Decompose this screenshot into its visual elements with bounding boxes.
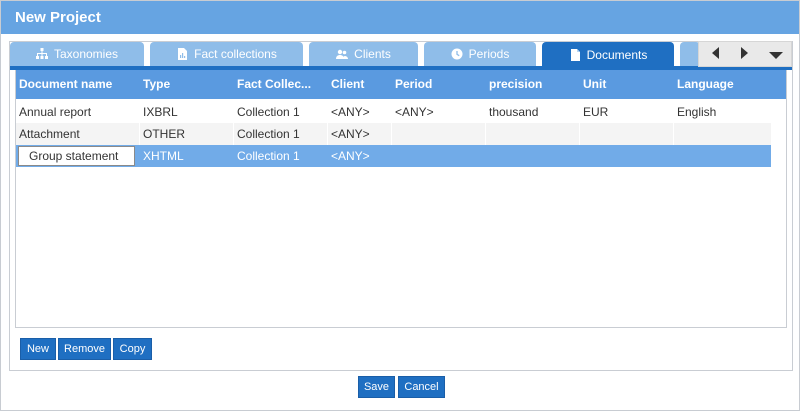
- cell-period: [392, 123, 486, 145]
- dialog-title: New Project: [15, 9, 101, 26]
- cell-unit: [580, 145, 674, 167]
- remove-button[interactable]: Remove: [58, 338, 111, 360]
- cell-document-name: Group statement: [16, 145, 140, 167]
- column-header-unit[interactable]: Unit: [580, 70, 674, 99]
- tab-overflow[interactable]: [680, 42, 700, 66]
- tab-menu-button[interactable]: [763, 44, 789, 68]
- cell-precision: [486, 145, 580, 167]
- document-chart-icon: [176, 48, 188, 60]
- tab-label: Taxonomies: [53, 47, 119, 61]
- arrow-right-icon: [739, 46, 749, 62]
- tab-strip: Taxonomies Fact collections Clients Peri…: [10, 41, 792, 70]
- hierarchy-icon: [35, 48, 48, 60]
- cell-precision: [486, 123, 580, 145]
- document-icon: [569, 48, 581, 61]
- cell-client: <ANY>: [328, 101, 392, 123]
- documents-table: Document name Type Fact Collec... Client…: [15, 70, 787, 328]
- column-header-client[interactable]: Client: [328, 70, 392, 99]
- save-button[interactable]: Save: [358, 376, 395, 398]
- tab-documents[interactable]: Documents: [542, 42, 674, 67]
- cell-document-name: Annual report: [16, 101, 140, 123]
- tab-fact-collections[interactable]: Fact collections: [150, 42, 303, 66]
- cancel-button[interactable]: Cancel: [398, 376, 445, 398]
- cell-language: [674, 123, 771, 145]
- column-header-document-name[interactable]: Document name: [16, 70, 140, 99]
- new-button[interactable]: New: [20, 338, 56, 360]
- users-icon: [336, 48, 349, 60]
- chevron-down-icon: [769, 49, 783, 63]
- tab-clients[interactable]: Clients: [309, 42, 418, 66]
- document-name-input[interactable]: Group statement: [18, 146, 135, 166]
- table-row[interactable]: Attachment OTHER Collection 1 <ANY>: [16, 123, 771, 145]
- tab-label: Clients: [354, 47, 391, 61]
- cell-fact-collection: Collection 1: [237, 149, 300, 163]
- cell-type: XHTML: [143, 149, 184, 163]
- tab-navigation: [698, 41, 792, 67]
- cell-client: <ANY>: [331, 149, 370, 163]
- tab-periods[interactable]: Periods: [424, 42, 536, 66]
- cell-language: English: [677, 105, 717, 119]
- new-project-dialog: New Project Taxonomies Fact collections …: [0, 0, 800, 411]
- cell-fact-collection: Collection 1: [234, 123, 328, 145]
- cell-precision: thousand: [486, 101, 580, 123]
- arrow-left-icon: [711, 46, 721, 62]
- cell-unit: [580, 123, 674, 145]
- cell-type: IXBRL: [140, 101, 234, 123]
- tab-next-button[interactable]: [731, 42, 757, 66]
- title-bar[interactable]: New Project: [1, 1, 799, 34]
- cell-language: [674, 145, 771, 167]
- column-header-language[interactable]: Language: [674, 70, 774, 99]
- table-row-selected[interactable]: Group statement XHTML Collection 1 <ANY>: [16, 145, 771, 167]
- tab-label: Periods: [468, 47, 510, 61]
- cell-document-name: Attachment: [16, 123, 140, 145]
- cell-fact-collection: Collection 1: [234, 101, 328, 123]
- cell-period: <ANY>: [392, 101, 486, 123]
- tab-label: Documents: [586, 47, 648, 62]
- clock-icon: [451, 48, 463, 60]
- column-header-fact-collection[interactable]: Fact Collec...: [234, 70, 328, 99]
- tab-label: Fact collections: [194, 47, 277, 61]
- tab-prev-button[interactable]: [703, 42, 729, 66]
- tab-taxonomies[interactable]: Taxonomies: [10, 42, 144, 66]
- column-header-type[interactable]: Type: [140, 70, 234, 99]
- column-header-precision[interactable]: precision: [486, 70, 580, 99]
- cell-unit: EUR: [580, 101, 674, 123]
- table-header: Document name Type Fact Collec... Client…: [16, 70, 786, 99]
- column-header-period[interactable]: Period: [392, 70, 486, 99]
- table-row[interactable]: Annual report IXBRL Collection 1 <ANY> <…: [16, 101, 771, 123]
- tab-panel: Taxonomies Fact collections Clients Peri…: [9, 41, 793, 371]
- cell-period: [392, 145, 486, 167]
- copy-button[interactable]: Copy: [113, 338, 152, 360]
- cell-type: OTHER: [140, 123, 234, 145]
- cell-client: <ANY>: [328, 123, 392, 145]
